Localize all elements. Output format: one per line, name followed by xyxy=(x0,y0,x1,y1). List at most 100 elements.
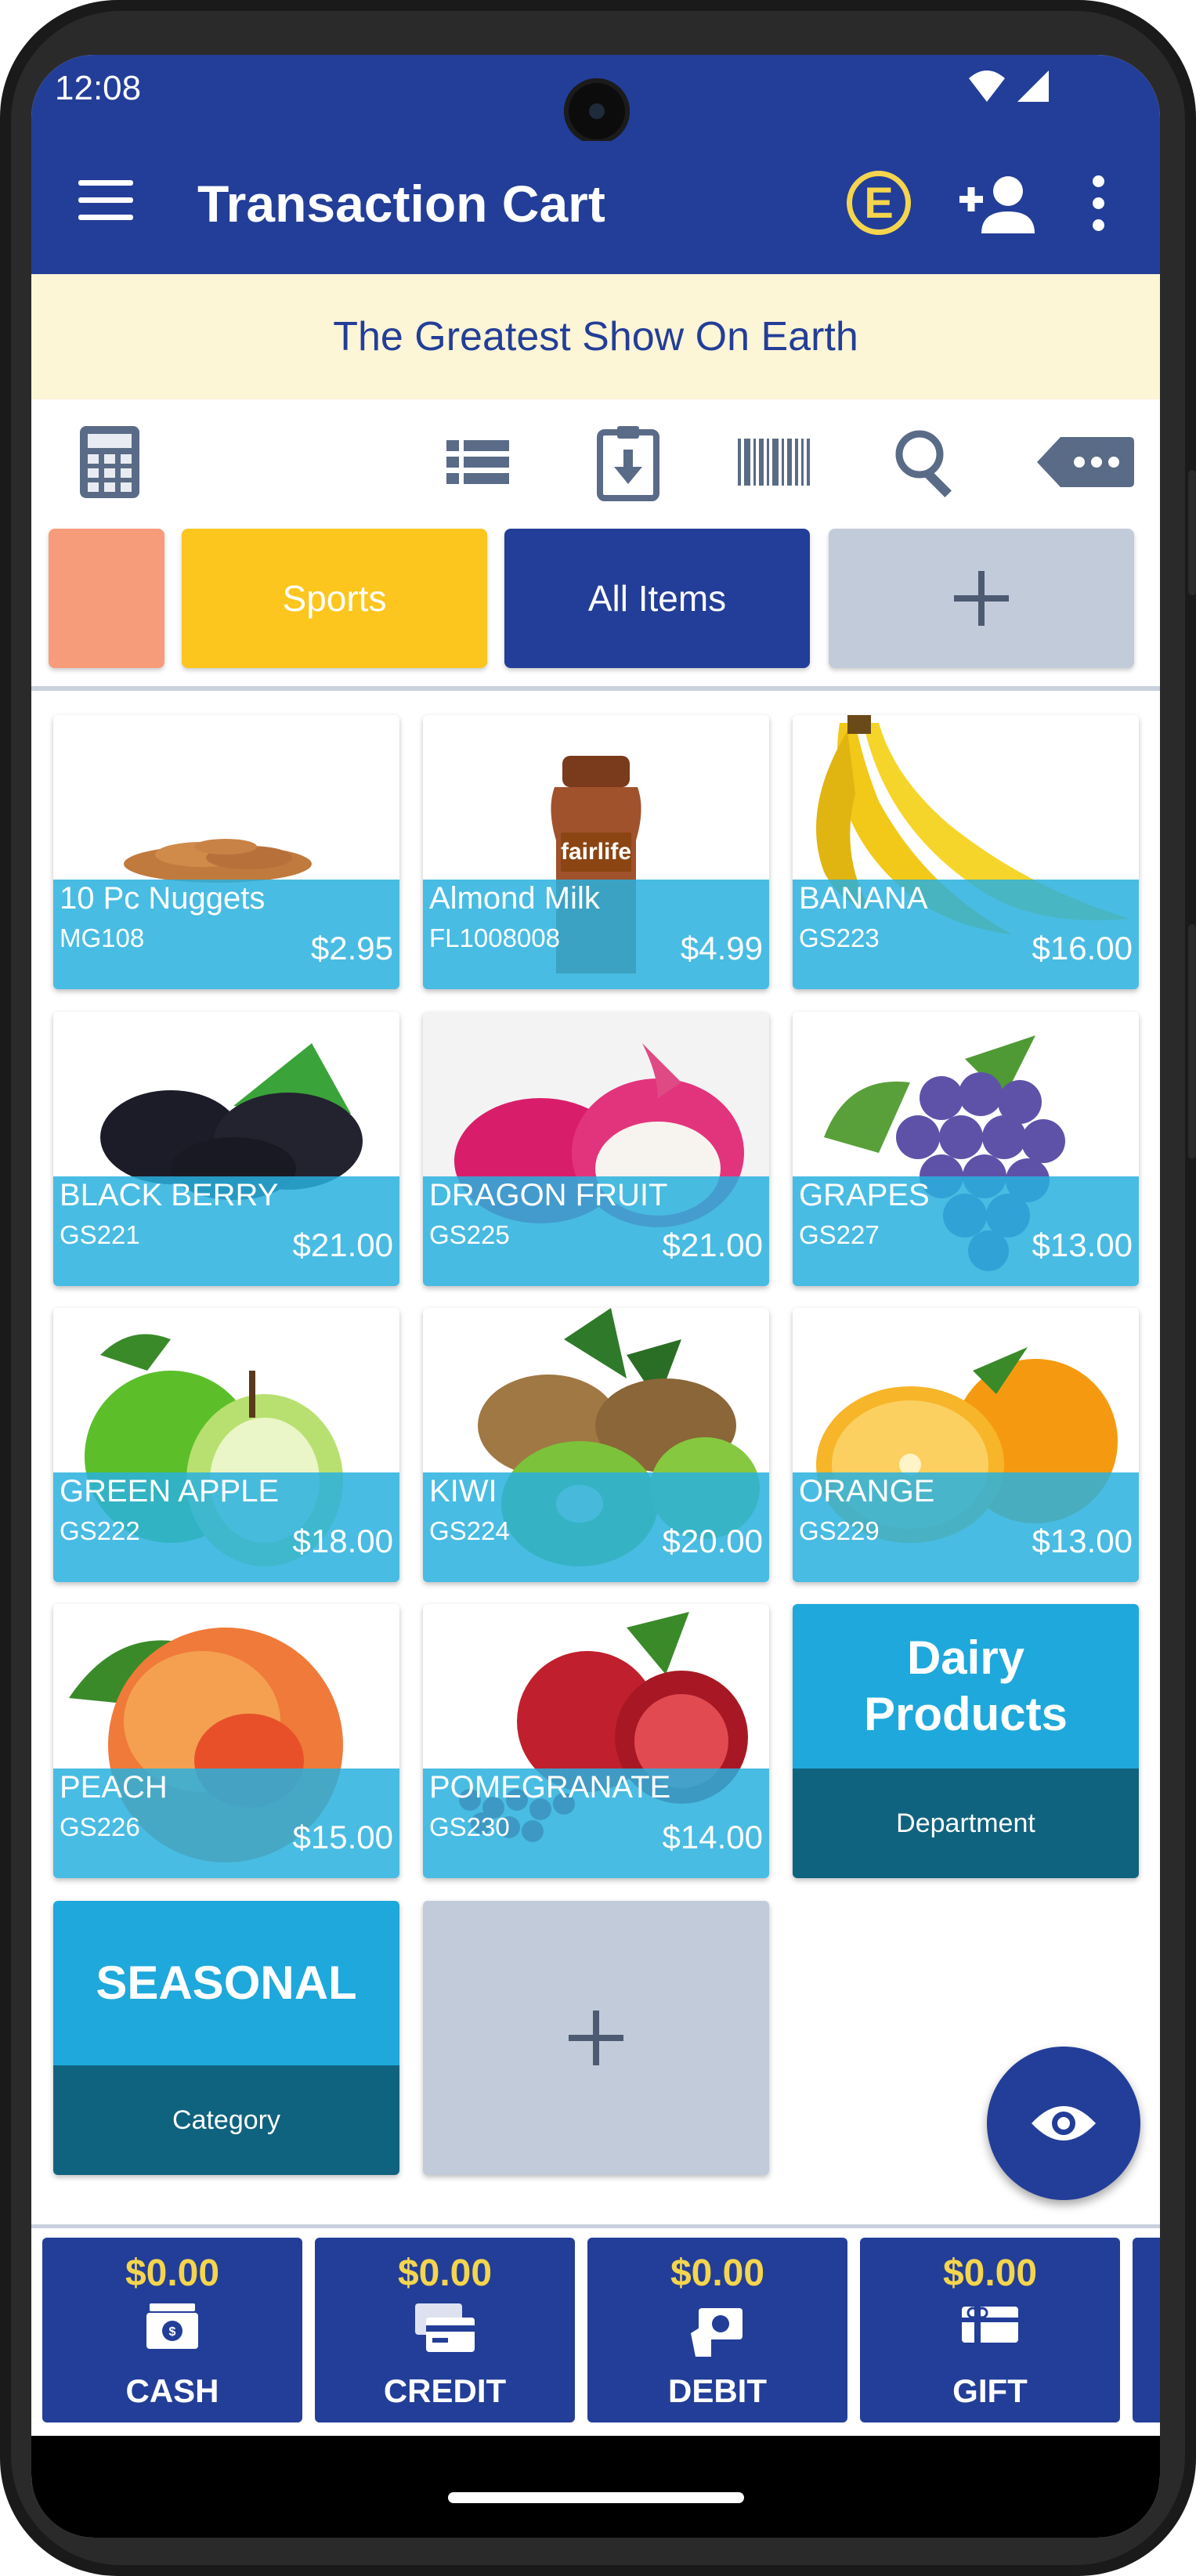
add-customer-icon[interactable] xyxy=(959,174,1038,237)
item-card-pomegranate[interactable]: POMEGRANATE GS230 $14.00 xyxy=(423,1604,769,1878)
category-tab-orange[interactable] xyxy=(49,529,164,668)
status-time: 12:08 xyxy=(55,69,142,107)
item-name: 10 Pc Nuggets xyxy=(60,881,266,916)
item-price: $13.00 xyxy=(1032,1227,1133,1263)
item-card-almond-milk[interactable]: fairlife Almond Milk FL1008008 $4.99 xyxy=(423,715,769,989)
item-code: GS225 xyxy=(429,1220,510,1249)
tile-title: Dairy Products xyxy=(793,1604,1139,1769)
pay-gift-button[interactable]: $0.00 GIFT xyxy=(860,2238,1120,2422)
item-price: $15.00 xyxy=(292,1819,393,1855)
import-clipboard-icon[interactable] xyxy=(589,423,667,501)
pay-more-button[interactable] xyxy=(1133,2238,1160,2422)
wifi-icon xyxy=(969,70,1005,102)
item-name: Almond Milk xyxy=(429,881,600,916)
e-badge-icon[interactable]: E xyxy=(847,171,911,235)
system-nav-bar xyxy=(31,2436,1160,2538)
item-card-nuggets[interactable]: 10 Pc Nuggets MG108 $2.95 xyxy=(53,715,399,989)
item-code: GS223 xyxy=(799,923,880,952)
plus-icon xyxy=(954,571,1009,626)
search-icon[interactable] xyxy=(888,423,967,501)
item-price: $18.00 xyxy=(292,1523,393,1559)
item-card-black-berry[interactable]: BLACK BERRY GS221 $21.00 xyxy=(53,1012,399,1286)
department-tile-dairy[interactable]: Dairy Products Department xyxy=(793,1604,1139,1878)
volume-button xyxy=(1188,470,1196,595)
item-card-grapes[interactable]: GRAPES GS227 $13.00 xyxy=(793,1012,1139,1286)
view-cart-button[interactable] xyxy=(987,2047,1140,2200)
item-code: GS227 xyxy=(799,1220,880,1249)
item-name: KIWI xyxy=(429,1474,497,1508)
signal-icon xyxy=(1017,70,1049,102)
eye-icon xyxy=(1032,2106,1096,2141)
item-name: BLACK BERRY xyxy=(60,1178,279,1212)
item-name: PEACH xyxy=(60,1770,168,1805)
item-price: $13.00 xyxy=(1032,1523,1133,1559)
debit-hand-icon xyxy=(691,2308,743,2357)
item-card-peach[interactable]: PEACH GS226 $15.00 xyxy=(53,1604,399,1878)
pay-amount: $0.00 xyxy=(125,2253,220,2294)
hamburger-menu-icon[interactable] xyxy=(78,180,133,227)
item-name: DRAGON FRUIT xyxy=(429,1178,668,1212)
add-item-button[interactable] xyxy=(423,1901,769,2175)
item-price: $16.00 xyxy=(1032,930,1133,966)
item-price: $14.00 xyxy=(662,1819,763,1855)
pay-cash-button[interactable]: $0.00 $ CASH xyxy=(42,2238,302,2422)
pay-label: CREDIT xyxy=(383,2372,507,2409)
category-tile-seasonal[interactable]: SEASONAL Category xyxy=(53,1901,399,2175)
power-button xyxy=(1188,924,1196,1159)
app-bar: Transaction Cart E xyxy=(31,141,1160,274)
more-options-icon[interactable] xyxy=(1093,175,1108,238)
item-price: $4.99 xyxy=(680,930,763,966)
tile-subtitle: Department xyxy=(793,1769,1139,1878)
item-code: MG108 xyxy=(60,923,145,952)
calculator-icon[interactable] xyxy=(70,423,149,501)
pay-label: GIFT xyxy=(952,2372,1028,2409)
item-name: ORANGE xyxy=(799,1474,935,1508)
item-card-orange[interactable]: ORANGE GS229 $13.00 xyxy=(793,1308,1139,1582)
item-code: GS224 xyxy=(429,1516,510,1545)
item-code: GS230 xyxy=(429,1812,510,1841)
item-card-kiwi[interactable]: KIWI GS224 $20.00 xyxy=(423,1308,769,1582)
credit-card-icon xyxy=(415,2303,475,2352)
pay-debit-button[interactable]: $0.00 DEBIT xyxy=(587,2238,847,2422)
page-title: Transaction Cart xyxy=(197,175,605,233)
item-price: $21.00 xyxy=(292,1227,393,1263)
category-tabs: Sports All Items xyxy=(31,529,1160,677)
svg-text:$: $ xyxy=(169,2325,176,2339)
item-code: GS226 xyxy=(60,1812,140,1841)
add-category-button[interactable] xyxy=(829,529,1134,668)
item-card-banana[interactable]: BANANA GS223 $16.00 xyxy=(793,715,1139,989)
device-frame: 12:08 Transaction Cart E The Greatest Sh… xyxy=(0,0,1196,2576)
toolbar xyxy=(31,399,1160,525)
gift-card-icon xyxy=(962,2307,1018,2343)
front-camera xyxy=(564,78,630,144)
tile-title: SEASONAL xyxy=(53,1901,399,2065)
plus-icon xyxy=(569,2011,623,2065)
home-gesture-bar[interactable] xyxy=(448,2492,744,2503)
item-card-dragon-fruit[interactable]: DRAGON FRUIT GS225 $21.00 xyxy=(423,1012,769,1286)
tile-subtitle: Category xyxy=(53,2065,399,2175)
more-tag-icon[interactable] xyxy=(1034,423,1136,501)
item-name: BANANA xyxy=(799,881,928,916)
pay-amount: $0.00 xyxy=(397,2253,493,2294)
list-view-icon[interactable] xyxy=(439,423,517,501)
divider xyxy=(31,686,1160,691)
item-price: $21.00 xyxy=(662,1227,763,1263)
status-bar: 12:08 xyxy=(31,55,1160,144)
item-code: GS222 xyxy=(60,1516,140,1545)
item-name: POMEGRANATE xyxy=(429,1770,671,1805)
pay-credit-button[interactable]: $0.00 CREDIT xyxy=(315,2238,575,2422)
category-tab-sports[interactable]: Sports xyxy=(182,529,487,668)
status-icons xyxy=(967,69,1050,103)
pay-label: DEBIT xyxy=(668,2372,767,2409)
item-code: GS221 xyxy=(60,1220,140,1249)
barcode-icon[interactable] xyxy=(735,423,813,501)
cash-icon: $ xyxy=(146,2303,198,2349)
screen: 12:08 Transaction Cart E The Greatest Sh… xyxy=(31,55,1160,2538)
svg-text:fairlife: fairlife xyxy=(561,839,631,865)
category-tab-all-items[interactable]: All Items xyxy=(504,529,810,668)
item-price: $2.95 xyxy=(310,930,393,966)
pay-label: CASH xyxy=(125,2372,219,2409)
item-code: FL1008008 xyxy=(429,923,560,952)
item-card-green-apple[interactable]: GREEN APPLE GS222 $18.00 xyxy=(53,1308,399,1582)
item-code: GS229 xyxy=(799,1516,880,1545)
